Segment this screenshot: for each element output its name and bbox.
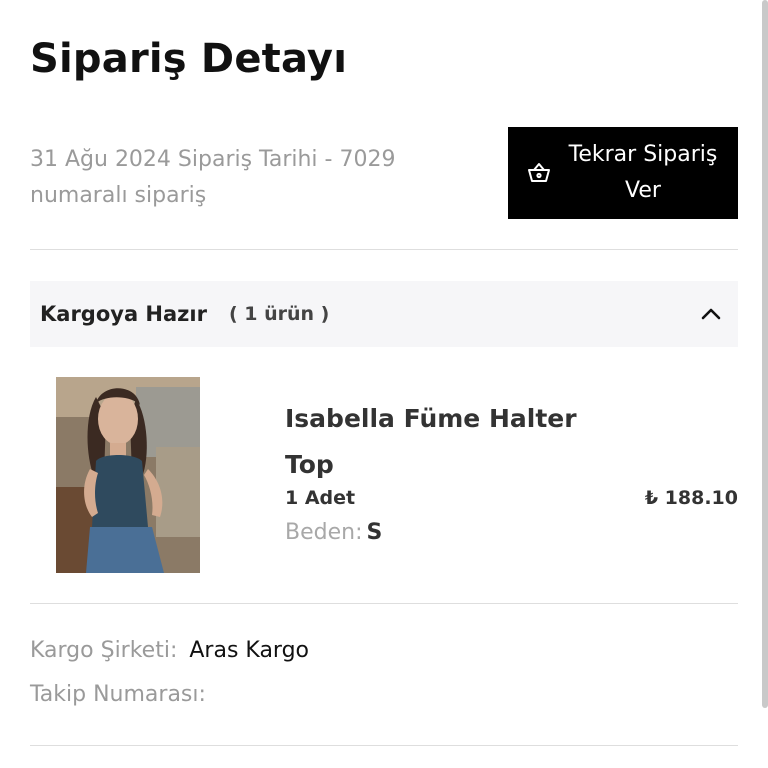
shipment-section-header[interactable]: Kargoya Hazır ( 1 ürün ) xyxy=(30,281,738,347)
carrier-label: Kargo Şirketi: xyxy=(30,638,178,663)
divider xyxy=(30,249,738,250)
divider xyxy=(30,745,738,746)
tracking-label: Takip Numarası: xyxy=(30,682,206,707)
product-size: Beden: S xyxy=(285,520,382,545)
order-info: 31 Ağu 2024 Sipariş Tarihi - 7029 numara… xyxy=(30,147,396,208)
scrollbar[interactable] xyxy=(762,0,768,708)
product-quantity: 1 Adet xyxy=(285,487,356,509)
tracking-row: Takip Numarası: xyxy=(30,682,218,707)
size-value: S xyxy=(366,520,383,545)
chevron-up-icon[interactable] xyxy=(700,307,722,321)
product-name[interactable]: Isabella Füme Halter Top xyxy=(285,396,625,488)
divider xyxy=(30,603,738,604)
product-image[interactable] xyxy=(56,377,200,573)
size-label: Beden: xyxy=(285,520,363,545)
carrier-value: Aras Kargo xyxy=(189,638,310,663)
basket-icon xyxy=(526,161,554,185)
carrier-row: Kargo Şirketi: Aras Kargo xyxy=(30,638,309,663)
reorder-button[interactable]: Tekrar Sipariş Ver xyxy=(508,127,738,219)
page-title: Sipariş Detayı xyxy=(30,36,348,82)
shipment-status: Kargoya Hazır xyxy=(40,302,207,326)
product-price: ₺ 188.10 xyxy=(644,487,738,509)
reorder-button-label: Tekrar Sipariş Ver xyxy=(568,142,718,203)
item-count: ( 1 ürün ) xyxy=(228,303,330,325)
